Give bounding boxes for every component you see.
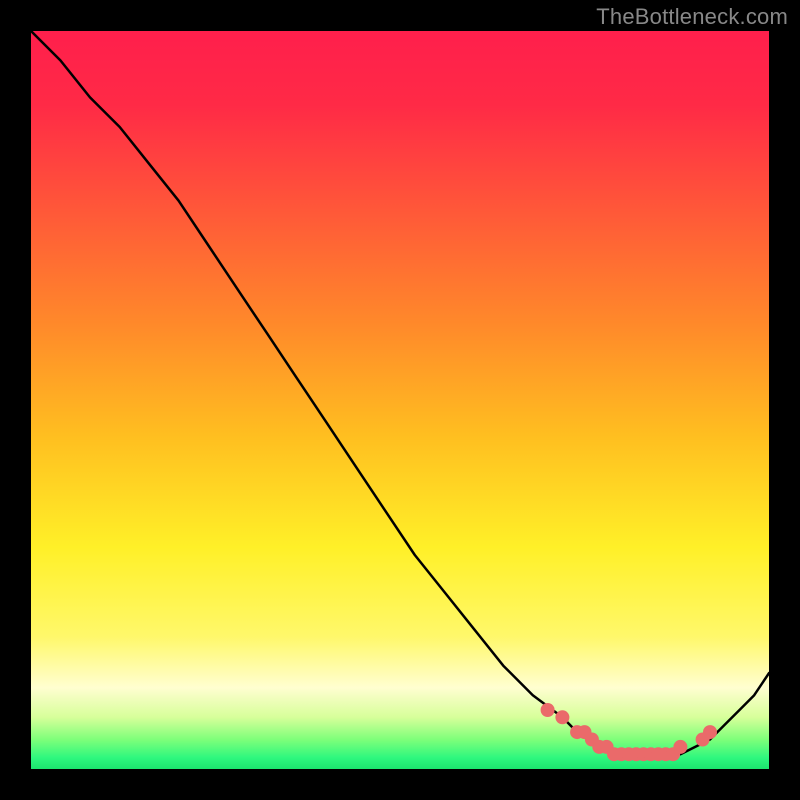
watermark-text: TheBottleneck.com — [596, 4, 788, 30]
curve-marker — [673, 740, 687, 754]
curve-marker — [703, 725, 717, 739]
curve-marker — [541, 703, 555, 717]
curve-marker — [555, 710, 569, 724]
plot-area — [31, 31, 769, 769]
curve-plot — [31, 31, 769, 769]
gradient-rect — [31, 31, 769, 769]
chart-frame: TheBottleneck.com Enable JS to render ch… — [0, 0, 800, 800]
